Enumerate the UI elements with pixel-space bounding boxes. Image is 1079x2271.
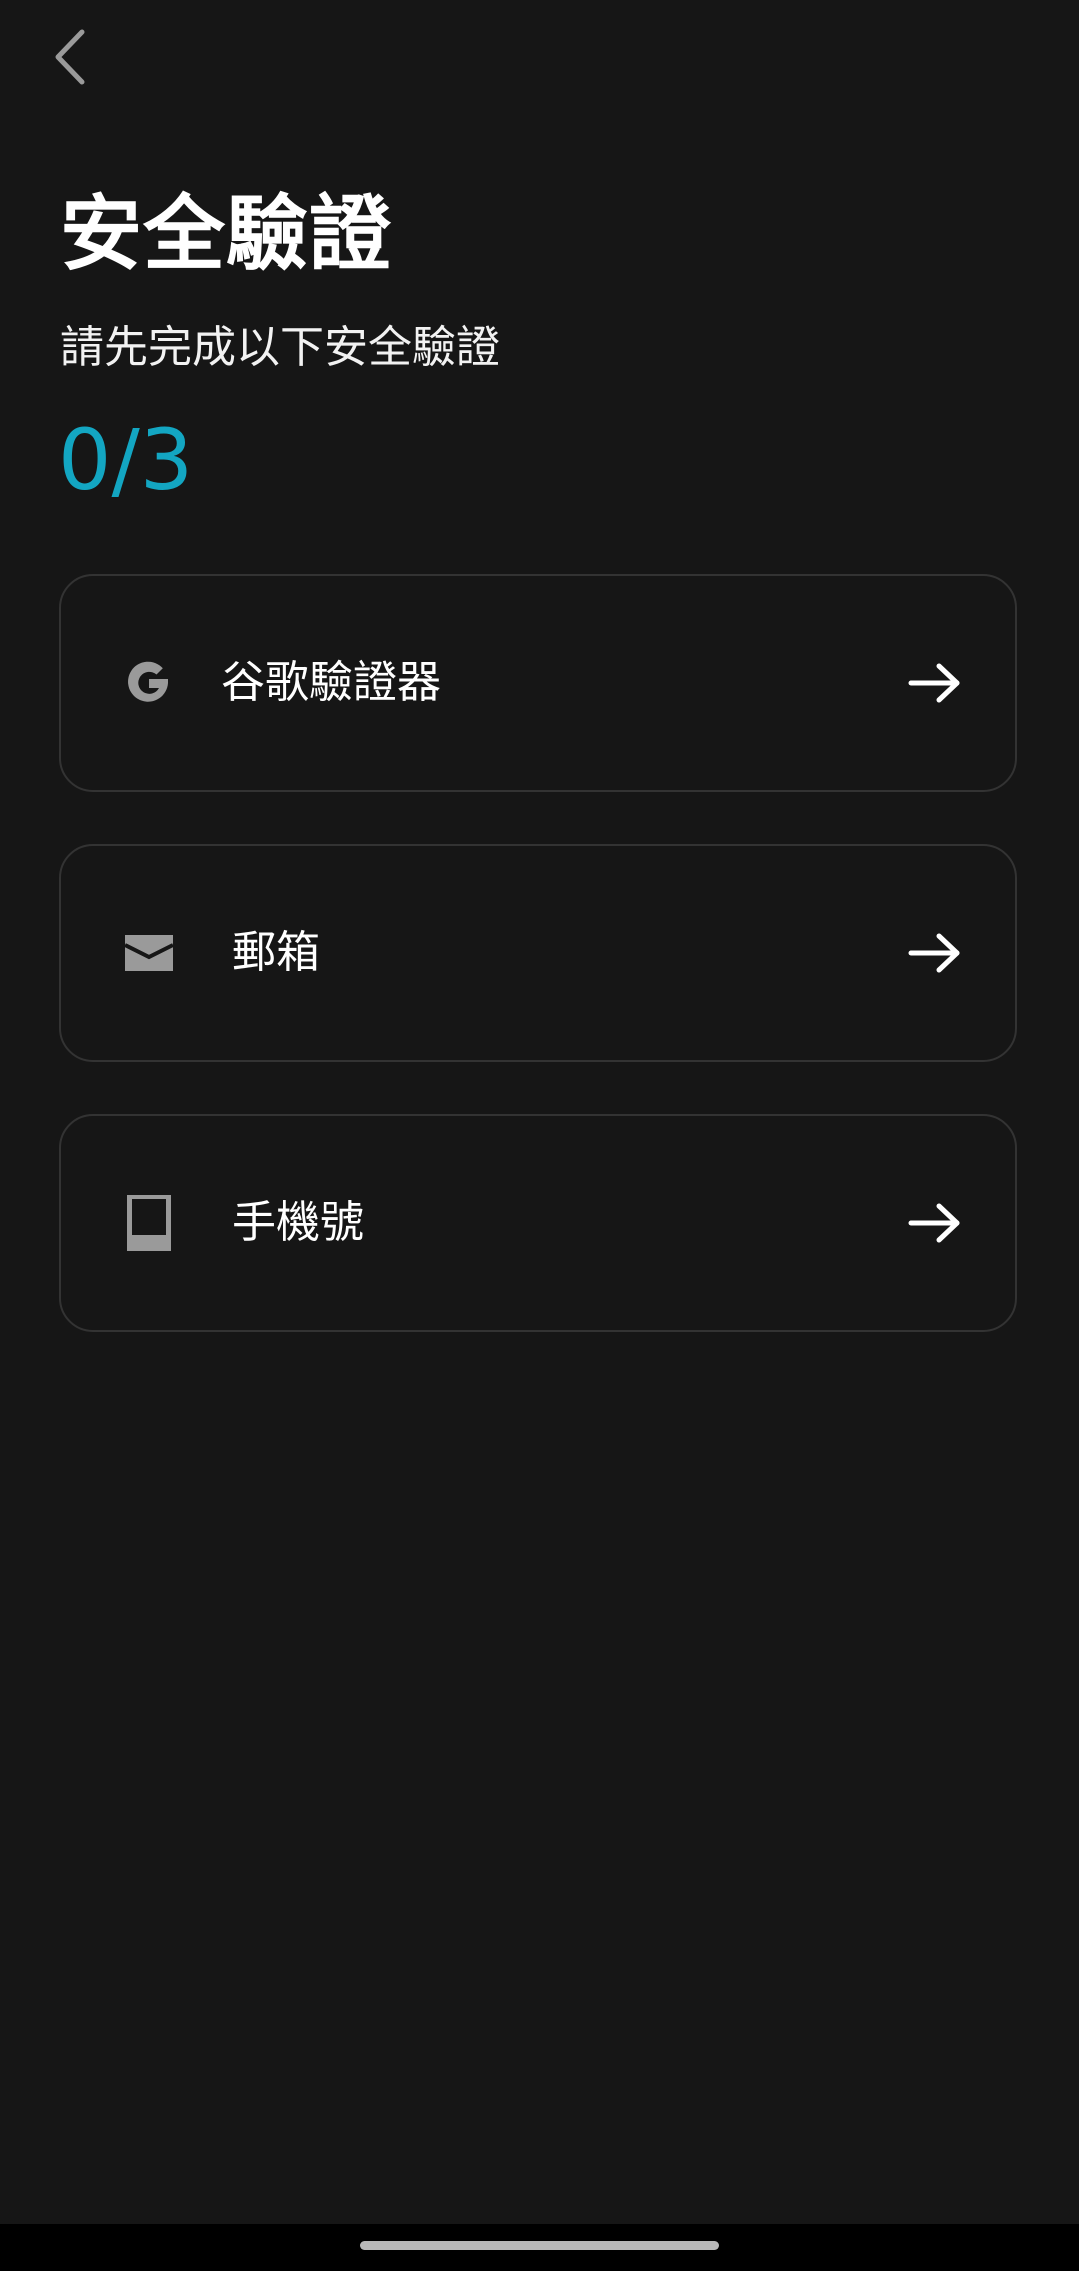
option-label: 谷歌驗證器: [221, 657, 441, 708]
email-option[interactable]: 郵箱: [59, 844, 1017, 1062]
verification-progress: 0/3: [58, 411, 194, 509]
option-label: 郵箱: [232, 927, 320, 978]
option-label: 手機號: [232, 1197, 364, 1248]
google-authenticator-option[interactable]: 谷歌驗證器: [59, 574, 1017, 792]
arrow-right-icon: [908, 663, 960, 703]
phone-option[interactable]: 手機號: [59, 1114, 1017, 1332]
phone-icon: [119, 1193, 179, 1253]
page-subtitle: 請先完成以下安全驗證: [60, 322, 500, 373]
arrow-right-icon: [908, 1203, 960, 1243]
arrow-right-icon: [908, 933, 960, 973]
page-title: 安全驗證: [60, 187, 393, 282]
envelope-icon: [119, 923, 179, 983]
home-indicator[interactable]: [360, 2241, 719, 2250]
back-button[interactable]: [50, 22, 120, 92]
chevron-left-icon: [55, 29, 85, 85]
google-icon: [119, 653, 179, 713]
